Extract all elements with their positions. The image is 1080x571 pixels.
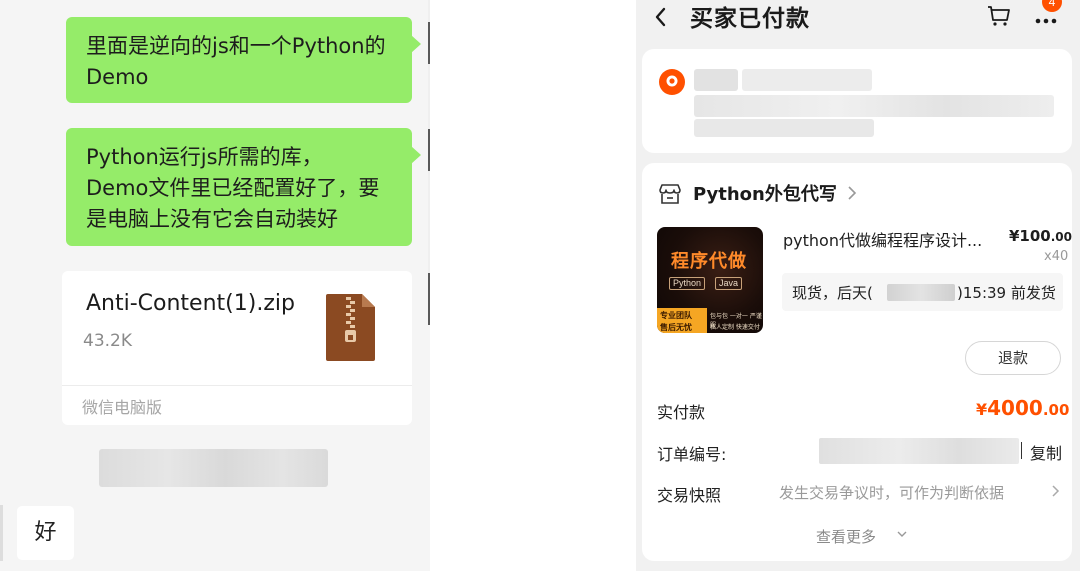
item-price-main: ¥100 <box>1009 227 1051 245</box>
blurred-date <box>887 284 955 301</box>
currency-symbol: ¥ <box>976 400 988 419</box>
thumbnail-banner-text: 售后无忧 <box>660 323 692 332</box>
paid-amount: ¥4000.00 <box>976 396 1069 420</box>
order-item-card: Python外包代写 程序代做 Python Java 专业团队 售后无忧 包与… <box>642 163 1072 561</box>
blurred-order-number <box>819 438 1019 464</box>
store-icon <box>659 184 681 204</box>
blurred-name <box>694 69 738 91</box>
thumbnail-title: 程序代做 <box>671 251 747 272</box>
avatar-edge <box>0 505 3 561</box>
chat-message-bubble[interactable]: Python运行js所需的库， Demo文件里已经配置好了，要 是电脑上没有它会… <box>66 128 421 246</box>
file-name: Anti-Content(1).zip <box>86 291 295 316</box>
paid-label: 实付款 <box>657 403 706 422</box>
bubble-tail <box>411 35 421 53</box>
message-line: 里面是逆向的js和一个Python的 <box>86 34 386 58</box>
card-divider <box>62 385 412 386</box>
product-thumbnail[interactable]: 程序代做 Python Java 专业团队 售后无忧 包与包 一对一 严谨服 私… <box>657 227 763 333</box>
shipping-info: 现货，后天( )15:39 前发货 <box>782 273 1063 311</box>
blurred-message <box>99 449 328 487</box>
thumbnail-banner-text: 专业团队 <box>660 311 692 320</box>
reply-message-bubble[interactable]: 好 <box>17 506 74 560</box>
snapshot-label: 交易快照 <box>657 486 722 505</box>
message-line: Python运行js所需的库， <box>86 145 323 169</box>
scroll-marker <box>428 273 430 325</box>
thumbnail-tag: Python <box>669 277 706 290</box>
shipping-text: )15:39 前发货 <box>957 284 1056 302</box>
item-price: ¥100.00 <box>1009 227 1072 245</box>
scroll-marker <box>428 129 430 171</box>
blurred-address-line <box>694 119 874 137</box>
refund-button[interactable]: 退款 <box>965 341 1061 375</box>
chat-message-bubble[interactable]: 里面是逆向的js和一个Python的 Demo <box>66 17 421 103</box>
file-size: 43.2K <box>83 331 132 351</box>
top-bar: 买家已付款 4 <box>636 0 1080 46</box>
order-detail-panel: 买家已付款 4 Python外包代写 程序代做 Python Java 专业团队… <box>636 0 1080 571</box>
copy-button[interactable]: 复制 <box>1030 440 1062 464</box>
thumbnail-tag: Java <box>715 277 743 290</box>
store-name[interactable]: Python外包代写 <box>693 180 837 206</box>
item-price-decimals: .00 <box>1050 230 1073 244</box>
order-number-label: 订单编号: <box>657 445 727 464</box>
file-source-label: 微信电脑版 <box>82 398 163 417</box>
message-line: 是电脑上没有它会自动装好 <box>86 207 338 231</box>
item-quantity: x40 <box>1044 249 1069 264</box>
shipping-text: 现货，后天( <box>792 284 873 302</box>
back-arrow-icon[interactable] <box>652 3 672 31</box>
chevron-right-icon[interactable] <box>1051 484 1060 498</box>
chevron-down-icon[interactable] <box>896 529 908 539</box>
address-card[interactable] <box>642 49 1072 153</box>
cart-icon[interactable] <box>987 5 1011 27</box>
see-more-link[interactable]: 查看更多 <box>816 526 876 547</box>
location-pin-icon <box>659 69 685 95</box>
scroll-marker <box>428 22 430 64</box>
message-line: Demo <box>86 65 149 89</box>
paid-amount-decimals: .00 <box>1042 401 1070 419</box>
item-title[interactable]: python代做编程程序设计... <box>783 227 1001 251</box>
zip-file-icon <box>326 294 375 361</box>
blurred-address-line <box>694 95 1054 117</box>
separator <box>1021 442 1022 459</box>
message-line: Demo文件里已经配置好了，要 <box>86 176 380 200</box>
chevron-right-icon[interactable] <box>847 185 857 201</box>
page-title: 买家已付款 <box>690 6 810 32</box>
file-attachment-card[interactable]: Anti-Content(1).zip 43.2K 微信电脑版 <box>62 271 412 425</box>
paid-amount-main: 4000 <box>987 396 1043 420</box>
thumbnail-note: 私人定制 快速交付 <box>710 324 760 331</box>
chat-panel: 里面是逆向的js和一个Python的 Demo Python运行js所需的库， … <box>0 0 430 571</box>
bubble-tail <box>411 146 421 164</box>
blurred-phone <box>742 69 872 91</box>
snapshot-description[interactable]: 发生交易争议时，可作为判断依据 <box>779 482 1004 503</box>
